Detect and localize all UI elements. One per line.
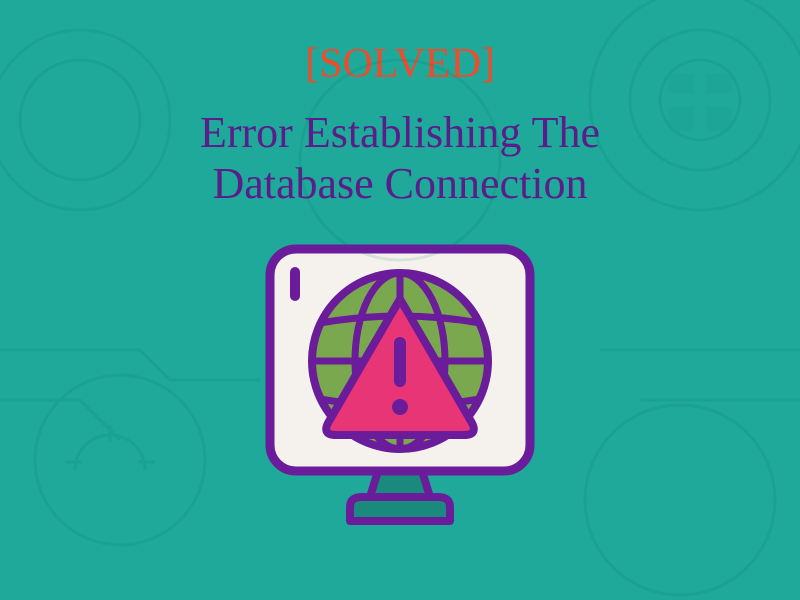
solved-badge: [SOLVED] bbox=[305, 40, 495, 88]
error-title: Error Establishing The Database Connecti… bbox=[200, 108, 600, 209]
error-title-line1: Error Establishing The bbox=[200, 108, 600, 157]
error-title-line2: Database Connection bbox=[212, 159, 587, 208]
monitor-globe-warning-icon bbox=[240, 239, 560, 529]
